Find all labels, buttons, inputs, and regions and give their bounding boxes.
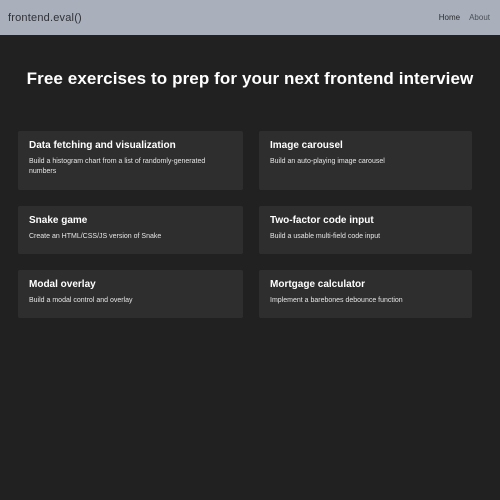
- nav-link-home[interactable]: Home: [439, 13, 460, 22]
- nav-links: Home About: [439, 13, 492, 22]
- exercise-card-title: Data fetching and visualization: [29, 140, 176, 151]
- nav-link-about[interactable]: About: [469, 13, 490, 22]
- exercise-grid: Data fetching and visualization Build a …: [18, 131, 472, 318]
- exercise-card-modal-overlay[interactable]: Modal overlay Build a modal control and …: [18, 270, 243, 318]
- exercise-card-description: Build a modal control and overlay: [29, 297, 133, 304]
- exercise-card-title: Image carousel: [270, 140, 343, 151]
- navbar: frontend.eval() Home About: [0, 0, 500, 35]
- exercise-card-title: Two-factor code input: [270, 215, 374, 226]
- exercise-card-mortgage-calculator[interactable]: Mortgage calculator Implement a barebone…: [259, 270, 472, 318]
- exercise-card-description: Build a usable multi-field code input: [270, 233, 381, 240]
- exercise-card-description: Create an HTML/CSS/JS version of Snake: [29, 233, 162, 240]
- exercise-card-snake-game[interactable]: Snake game Create an HTML/CSS/JS version…: [18, 206, 243, 254]
- exercise-card-two-factor-input[interactable]: Two-factor code input Build a usable mul…: [259, 206, 472, 254]
- exercise-card-title: Mortgage calculator: [270, 279, 366, 290]
- brand-link[interactable]: frontend.eval(): [8, 12, 82, 24]
- hero-title: Free exercises to prep for your next fro…: [26, 69, 474, 88]
- exercise-card-description: Build an auto-playing image carousel: [270, 158, 385, 165]
- exercise-card-description: Implement a barebones debounce function: [270, 297, 403, 304]
- exercise-card-description: Build a histogram chart from a list of r…: [29, 158, 206, 175]
- exercise-card-data-fetching[interactable]: Data fetching and visualization Build a …: [18, 131, 243, 190]
- exercise-card-title: Snake game: [29, 215, 88, 226]
- exercise-card-title: Modal overlay: [29, 279, 96, 290]
- exercise-card-image-carousel[interactable]: Image carousel Build an auto-playing ima…: [259, 131, 472, 190]
